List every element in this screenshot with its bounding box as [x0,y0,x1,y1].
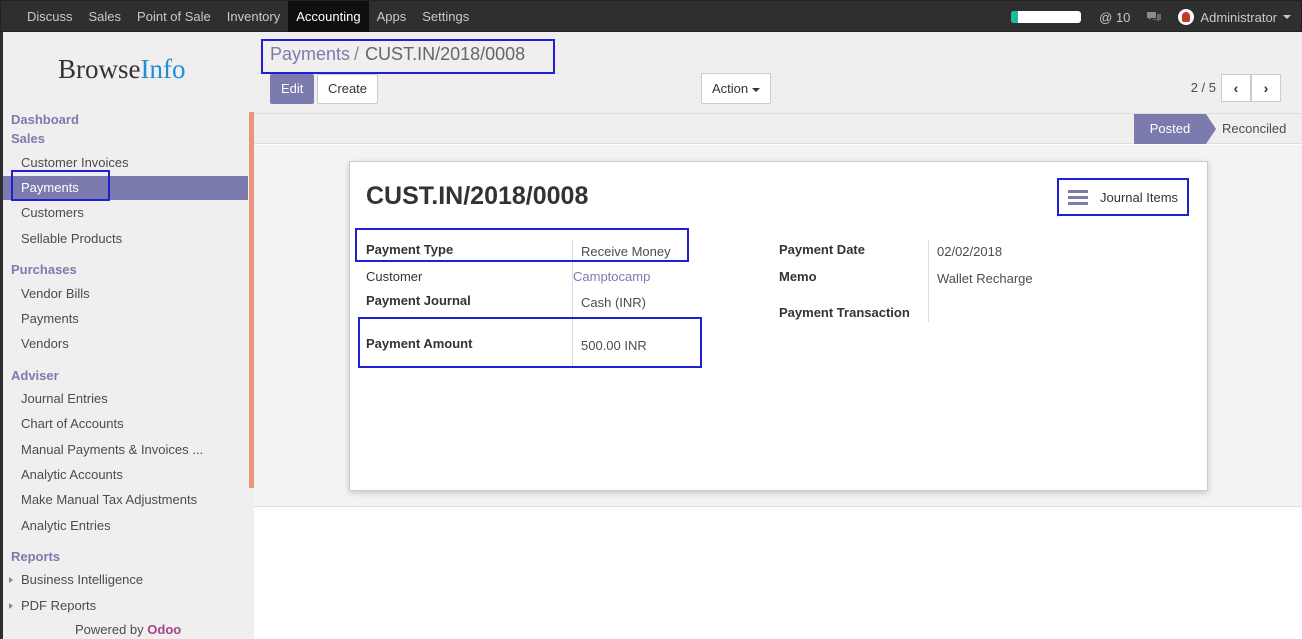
sidebar-item-manual-payments[interactable]: Manual Payments & Invoices ... [3,438,248,462]
sidebar-head-purchases: Purchases [11,262,77,277]
chevron-down-icon [752,87,761,92]
sidebar-item-customers[interactable]: Customers [3,201,248,225]
company-logo: BrowseInfo [58,54,186,84]
user-avatar[interactable] [1178,9,1195,25]
sidebar-head-adviser: Adviser [11,368,59,383]
field-divider [928,240,929,322]
expand-arrow-icon[interactable] [9,603,13,609]
sidebar-head-reports: Reports [11,549,61,564]
chevron-down-icon[interactable] [1283,15,1291,19]
action-dropdown[interactable]: Action [701,73,772,104]
payment-journal-value: Cash (INR) [581,295,647,310]
powered-by-footer: Powered by Odoo [75,622,182,637]
sidebar-item-sellable-products[interactable]: Sellable Products [3,227,248,251]
stage-reconciled[interactable]: Reconciled [1222,114,1286,144]
menu-sales[interactable]: Sales [81,1,130,33]
menu-apps[interactable]: Apps [369,1,415,33]
expand-arrow-icon[interactable] [9,577,13,583]
payment-journal-label: Payment Journal [366,293,471,308]
payment-date-label: Payment Date [779,242,865,257]
sidebar-item-pdf-reports[interactable]: PDF Reports [3,594,248,618]
sidebar-item-payments[interactable]: Payments [3,176,248,200]
payment-type-value: Receive Money [581,244,671,259]
control-panel: Payments / CUST.IN/2018/0008 Edit Create A… [254,32,1302,114]
menu-point-of-sale[interactable]: Point of Sale [129,1,219,33]
menu-inventory[interactable]: Inventory [219,1,288,33]
list-icon [1068,190,1088,206]
status-bar: Posted Reconciled [254,114,1302,144]
breadcrumb-payments-link[interactable]: Payments [270,44,350,64]
sidebar-item-chart-of-accounts[interactable]: Chart of Accounts [3,412,248,436]
memo-label: Memo [779,269,817,284]
sidebar-item-dashboard[interactable]: Dashboard [11,112,79,127]
edit-button[interactable]: Edit [270,74,315,104]
sidebar-item-customer-invoices[interactable]: Customer Invoices [3,151,248,175]
sidebar-item-vendor-payments[interactable]: Payments [3,307,248,331]
create-button[interactable]: Create [317,74,379,104]
customer-link[interactable]: Camptocamp [573,269,650,284]
pager-value[interactable]: 2 / 5 [1191,80,1216,95]
sidebar-item-business-intelligence[interactable]: Business Intelligence [3,568,248,592]
app-menu: Discuss Sales Point of Sale Inventory Ac… [19,1,477,33]
sidebar-item-journal-entries[interactable]: Journal Entries [3,387,248,411]
stage-posted[interactable]: Posted [1134,114,1216,144]
mentions-counter[interactable]: @ 10 [1099,10,1130,25]
payment-date-value: 02/02/2018 [937,244,1003,259]
sidebar-item-analytic-entries[interactable]: Analytic Entries [3,514,248,538]
pager-next-button[interactable]: › [1251,74,1281,102]
top-navbar: Discuss Sales Point of Sale Inventory Ac… [0,0,1302,33]
form-sheet: CUST.IN/2018/0008 Journal Items Payment … [349,161,1208,491]
menu-settings[interactable]: Settings [414,1,477,33]
field-divider [572,240,573,367]
sidebar-item-vendor-bills[interactable]: Vendor Bills [3,282,248,306]
record-title: CUST.IN/2018/0008 [366,182,589,210]
sidebar-item-manual-tax-adjustments[interactable]: Make Manual Tax Adjustments [3,488,248,512]
payment-type-label: Payment Type [366,242,454,257]
pager-previous-button[interactable]: ‹ [1221,74,1251,102]
user-menu[interactable]: Administrator [1200,10,1277,25]
sidebar-head-sales: Sales [11,131,45,146]
payment-amount-value: 500.00 INR [581,338,647,353]
customer-label: Customer [366,269,423,284]
sidebar-item-vendors[interactable]: Vendors [3,332,248,356]
breadcrumb: Payments / CUST.IN/2018/0008 [270,44,526,64]
progress-fill [1011,11,1019,23]
sidebar: BrowseInfo Dashboard Sales Customer Invo… [0,32,254,639]
odoo-link[interactable]: Odoo [147,622,181,637]
chat-icon[interactable] [1146,11,1162,23]
journal-items-button[interactable]: Journal Items [1057,178,1191,218]
payment-amount-label: Payment Amount [366,336,473,351]
memo-value: Wallet Recharge [937,271,1033,286]
menu-discuss[interactable]: Discuss [19,1,81,33]
menu-accounting[interactable]: Accounting [288,1,369,33]
activity-progress-bar[interactable] [1011,11,1082,23]
payment-transaction-label: Payment Transaction [779,305,910,320]
breadcrumb-current: CUST.IN/2018/0008 [365,44,526,64]
sidebar-item-analytic-accounts[interactable]: Analytic Accounts [3,463,248,487]
